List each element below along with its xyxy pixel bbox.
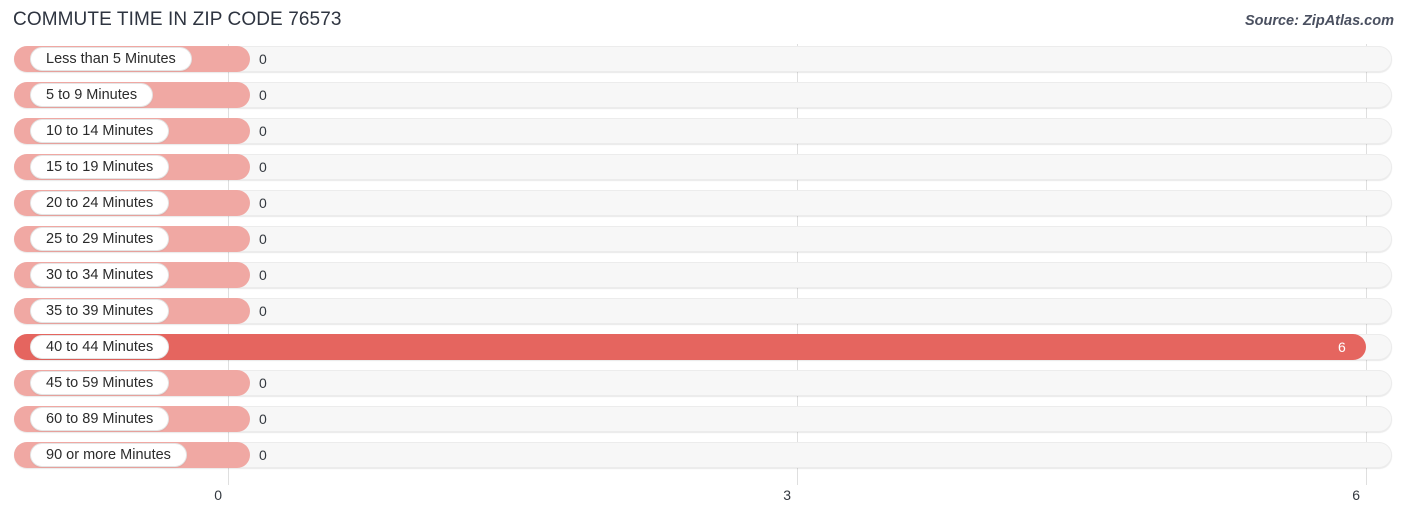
bar-row[interactable]: 40 to 44 Minutes 6 [0,332,1406,362]
bar-highlighted[interactable] [14,334,1366,360]
category-label-pill: 45 to 59 Minutes [30,371,170,395]
category-label-pill: 10 to 14 Minutes [30,119,170,143]
bar-value-label: 0 [259,303,267,319]
bar-row[interactable]: 45 to 59 Minutes 0 [0,368,1406,398]
category-label: 60 to 89 Minutes [46,410,154,427]
axis-tick-label: 3 [783,487,791,503]
axis-tick-label: 6 [1352,487,1360,503]
category-label: Less than 5 Minutes [46,50,176,67]
bar-row[interactable]: 25 to 29 Minutes 0 [0,224,1406,254]
category-label-pill: 15 to 19 Minutes [30,155,170,179]
bar-row[interactable]: 30 to 34 Minutes 0 [0,260,1406,290]
bar-row[interactable]: 5 to 9 Minutes 0 [0,80,1406,110]
bar-value-label: 0 [259,231,267,247]
bar-value-label: 0 [259,195,267,211]
bar-value-label: 0 [259,411,267,427]
bar-row[interactable]: 90 or more Minutes 0 [0,440,1406,470]
category-label-pill: 20 to 24 Minutes [30,191,170,215]
bar-row[interactable]: 20 to 24 Minutes 0 [0,188,1406,218]
category-label: 90 or more Minutes [46,446,171,463]
category-label-pill: 25 to 29 Minutes [30,227,170,251]
bar-row[interactable]: Less than 5 Minutes 0 [0,44,1406,74]
bar-value-label: 0 [259,375,267,391]
x-axis: 0 3 6 [0,485,1406,523]
bar-value-label: 0 [259,87,267,103]
page-title: COMMUTE TIME IN ZIP CODE 76573 [13,9,342,30]
bar-row[interactable]: 35 to 39 Minutes 0 [0,296,1406,326]
category-label-pill: Less than 5 Minutes [30,47,192,71]
category-label: 45 to 59 Minutes [46,374,154,391]
category-label: 40 to 44 Minutes [46,338,154,355]
category-label-pill: 35 to 39 Minutes [30,299,170,323]
bar-rows: Less than 5 Minutes 0 5 to 9 Minutes 0 10 to… [0,44,1406,476]
category-label-pill: 5 to 9 Minutes [30,83,154,107]
chart-plot-area: Less than 5 Minutes 0 5 to 9 Minutes 0 10 to… [0,44,1406,485]
category-label-pill: 30 to 34 Minutes [30,263,170,287]
bar-value-label: 0 [259,159,267,175]
chart-header: COMMUTE TIME IN ZIP CODE 76573 Source: Z… [0,0,1406,44]
category-label: 25 to 29 Minutes [46,230,154,247]
source-attribution: Source: ZipAtlas.com [1244,13,1394,29]
category-label-pill: 90 or more Minutes [30,443,187,467]
bar-value-label: 0 [259,51,267,67]
bar-value-label: 0 [259,447,267,463]
bar-value-label: 6 [1338,339,1346,355]
bar-value-label: 0 [259,123,267,139]
category-label: 5 to 9 Minutes [46,86,138,103]
axis-tick-label: 0 [214,487,222,503]
category-label: 15 to 19 Minutes [46,158,154,175]
bar-row[interactable]: 60 to 89 Minutes 0 [0,404,1406,434]
bar-row[interactable]: 10 to 14 Minutes 0 [0,116,1406,146]
category-label: 10 to 14 Minutes [46,122,154,139]
category-label-pill: 60 to 89 Minutes [30,407,170,431]
category-label-pill: 40 to 44 Minutes [30,335,170,359]
category-label: 30 to 34 Minutes [46,266,154,283]
bar-row[interactable]: 15 to 19 Minutes 0 [0,152,1406,182]
bar-value-label: 0 [259,267,267,283]
category-label: 20 to 24 Minutes [46,194,154,211]
category-label: 35 to 39 Minutes [46,302,154,319]
